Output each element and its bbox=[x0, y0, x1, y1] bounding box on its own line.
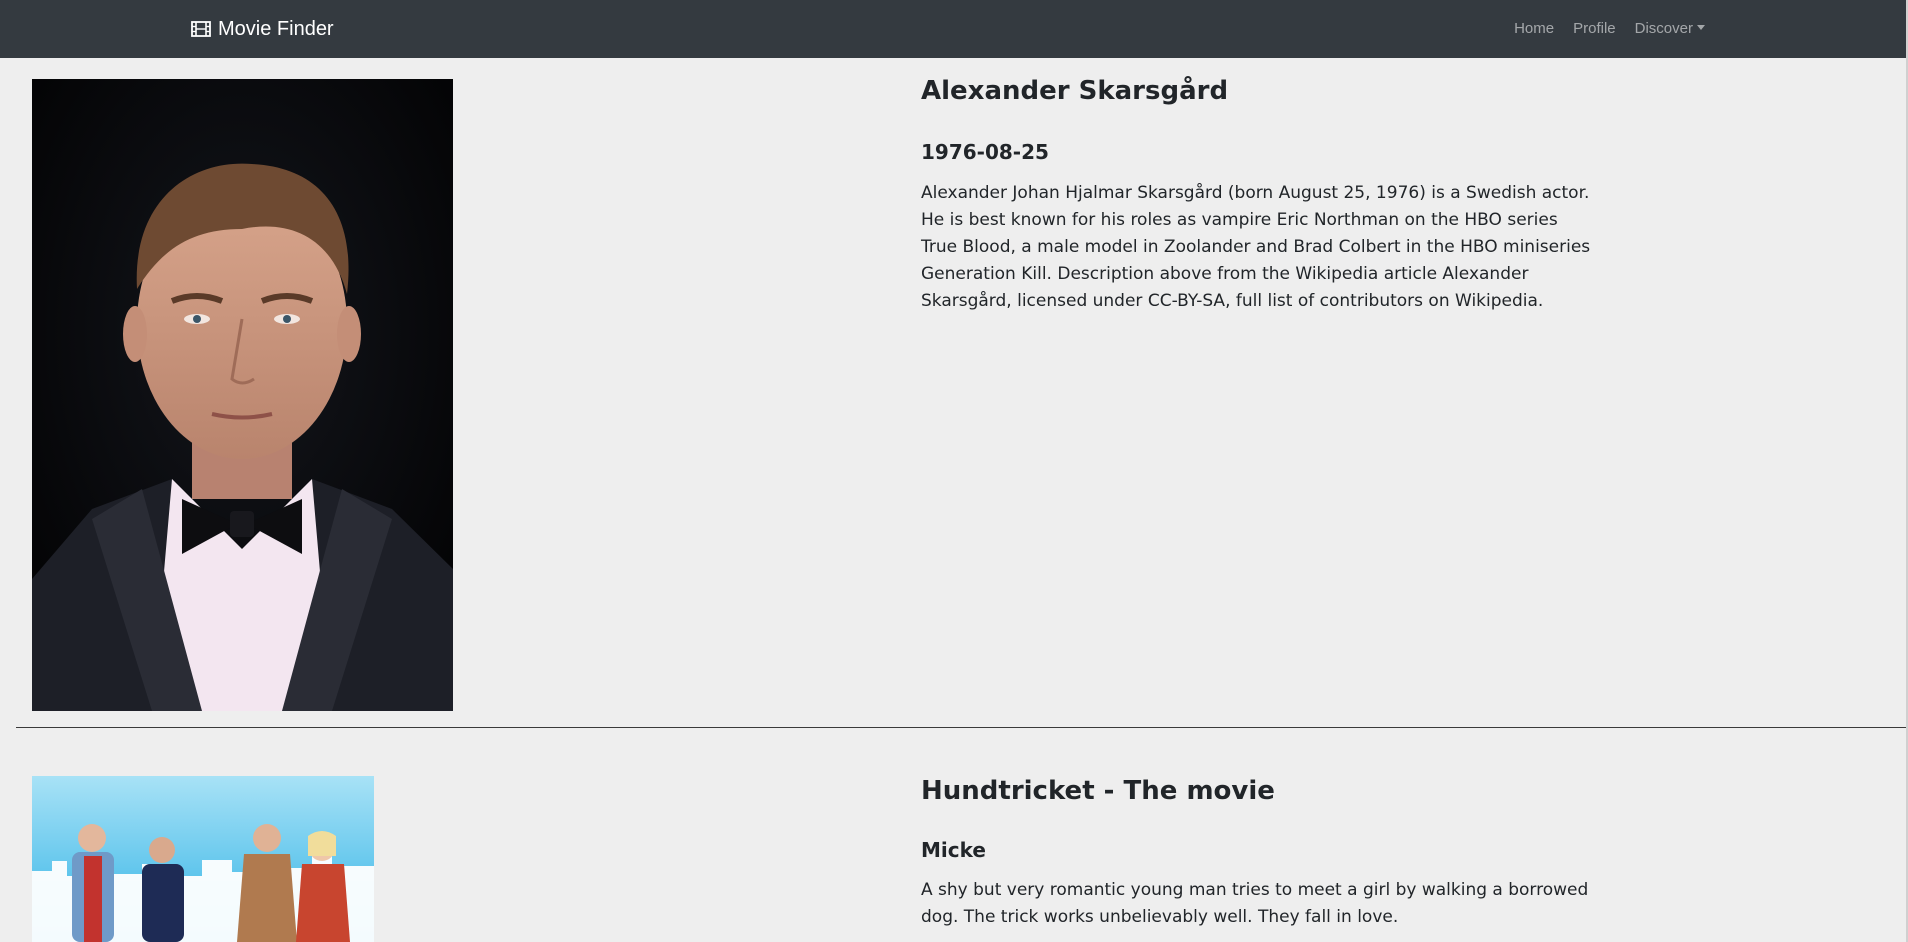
app-window: Movie Finder Home Profile Discover Alexa… bbox=[0, 0, 1908, 942]
nav-links: Home Profile Discover bbox=[1514, 20, 1705, 37]
nav-home-link[interactable]: Home bbox=[1514, 20, 1554, 37]
person-photo bbox=[32, 79, 453, 711]
credit-character: Micke bbox=[921, 838, 986, 862]
credit-title: Hundtricket - The movie bbox=[921, 776, 1275, 806]
person-birthday: 1976-08-25 bbox=[921, 140, 1049, 164]
movie-poster-illustration bbox=[32, 776, 374, 942]
movie-poster[interactable] bbox=[32, 776, 374, 942]
nav-profile-link[interactable]: Profile bbox=[1573, 20, 1616, 37]
film-icon bbox=[191, 21, 211, 37]
credit-overview: A shy but very romantic young man tries … bbox=[921, 880, 1589, 927]
person-biography: Alexander Johan Hjalmar Skarsgård (born … bbox=[921, 183, 1591, 311]
navbar: Movie Finder Home Profile Discover bbox=[0, 0, 1906, 58]
nav-discover-dropdown[interactable]: Discover bbox=[1635, 20, 1705, 37]
section-divider bbox=[16, 727, 1906, 728]
nav-discover-label: Discover bbox=[1634, 20, 1693, 37]
person-photo-illustration bbox=[32, 79, 453, 711]
brand-link[interactable]: Movie Finder bbox=[191, 15, 334, 43]
caret-down-icon bbox=[1697, 25, 1705, 30]
person-name: Alexander Skarsgård bbox=[921, 76, 1229, 106]
brand-text: Movie Finder bbox=[218, 17, 334, 40]
